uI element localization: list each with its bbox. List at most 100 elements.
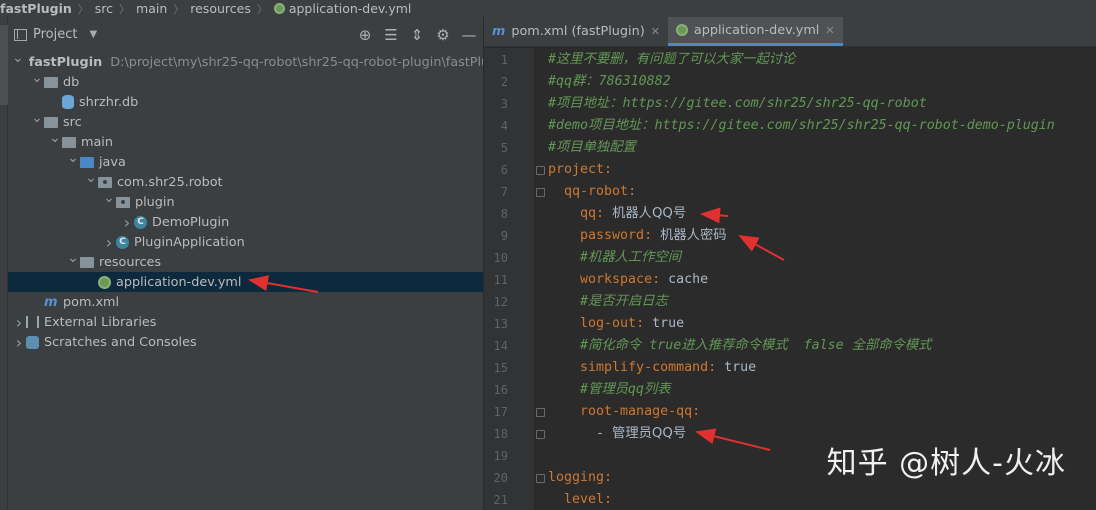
- yaml-file-icon: [98, 275, 111, 289]
- code-token: true: [724, 360, 757, 375]
- code-token: password: [548, 228, 645, 243]
- package-icon: [98, 176, 112, 188]
- tab-application-dev-yml[interactable]: application-dev.yml ✕: [667, 17, 843, 46]
- tree-item[interactable]: shrzhr.db: [8, 92, 483, 112]
- close-icon[interactable]: ✕: [825, 24, 834, 37]
- code-editor[interactable]: 1 2 3 4 5 6 7 8 9 10 11 12 13 14 15 16 17 18 19 20 21 #这里不要删…: [484, 48, 1096, 510]
- chevron-right-icon[interactable]: ›: [12, 313, 26, 332]
- code-line: - 管理员QQ号: [548, 423, 686, 445]
- breadcrumb-item-file[interactable]: application-dev.yml: [271, 1, 415, 16]
- tree-item[interactable]: ⌄ plugin: [8, 190, 483, 212]
- tree-item-label: PluginApplication: [134, 234, 245, 250]
- breadcrumb-item[interactable]: fastPlugin: [0, 1, 75, 16]
- fold-marker-icon[interactable]: [536, 166, 545, 175]
- breadcrumb-item[interactable]: main: [133, 1, 170, 16]
- project-panel-tools: ⊕ ☰ ⇕ ⚙ —: [357, 17, 477, 52]
- fold-marker-icon[interactable]: [536, 474, 545, 483]
- chevron-down-icon[interactable]: ⌄: [30, 70, 44, 86]
- tree-item[interactable]: ⌄ java: [8, 150, 483, 172]
- breadcrumb-item[interactable]: resources: [187, 1, 254, 16]
- chevron-right-icon[interactable]: ›: [102, 233, 116, 252]
- code-line: #qq群：786310882: [548, 71, 671, 93]
- code-token: :: [652, 272, 669, 287]
- tree-item[interactable]: › External Libraries: [8, 312, 483, 332]
- libraries-icon: [26, 316, 39, 328]
- chevron-right-icon[interactable]: ›: [12, 333, 26, 352]
- code-token: #简化命令 true进入推荐命令模式 false 全部命令模式: [548, 338, 932, 353]
- tab-pom-xml[interactable]: m pom.xml (fastPlugin) ✕: [484, 17, 668, 46]
- code-line: #简化命令 true进入推荐命令模式 false 全部命令模式: [548, 335, 931, 357]
- chevron-down-icon[interactable]: ⌄: [48, 130, 62, 146]
- chevron-down-icon[interactable]: ⌄: [12, 50, 24, 66]
- tree-item[interactable]: ⌄ src: [8, 110, 483, 132]
- close-icon[interactable]: ✕: [651, 25, 660, 38]
- line-number: 10: [493, 251, 508, 265]
- code-token: qq-robot: [548, 184, 629, 199]
- code-token: #qq群：786310882: [548, 74, 671, 89]
- chevron-down-icon[interactable]: ⌄: [66, 150, 80, 166]
- code-token[interactable]: https://gitee.com/shr25/shr25-qq-robot: [623, 96, 927, 111]
- database-icon: [62, 95, 74, 109]
- breadcrumb: fastPlugin 〉 src 〉 main 〉 resources 〉 ap…: [0, 0, 1096, 17]
- code-line: #是否开启日志: [548, 291, 668, 313]
- tree-item[interactable]: › C DemoPlugin: [8, 212, 483, 232]
- breadcrumb-item[interactable]: src: [92, 1, 116, 16]
- tree-item[interactable]: application-dev.yml: [8, 272, 483, 292]
- maven-icon: m: [492, 24, 506, 39]
- gear-icon[interactable]: ⚙: [435, 26, 451, 44]
- code-line: #机器人工作空间: [548, 247, 681, 269]
- code-token: :: [692, 404, 701, 419]
- tree-item[interactable]: ⌄ com.shr25.robot: [8, 170, 483, 192]
- chevron-down-icon[interactable]: ⌄: [30, 110, 44, 126]
- folder-icon: [44, 76, 58, 88]
- code-token: 机器人QQ号: [612, 206, 687, 221]
- collapse-icon[interactable]: ⇕: [409, 26, 425, 44]
- locate-icon[interactable]: ⊕: [357, 26, 373, 44]
- tree-item-label: application-dev.yml: [116, 274, 242, 290]
- code-token: :: [604, 470, 613, 485]
- line-number: 6: [500, 163, 508, 177]
- editor-tab-bar: m pom.xml (fastPlugin) ✕ application-dev…: [484, 17, 1096, 47]
- tree-item[interactable]: ⌄ main: [8, 130, 483, 152]
- chevron-right-icon: 〉: [173, 2, 185, 16]
- code-token[interactable]: https://gitee.com/shr25/shr25-qq-robot-d…: [655, 118, 1055, 133]
- project-tool-window-tab[interactable]: [0, 25, 8, 105]
- chevron-right-icon: 〉: [256, 2, 268, 16]
- tree-item[interactable]: › Scratches and Consoles: [8, 332, 483, 352]
- tree-item-label: External Libraries: [44, 314, 157, 330]
- minimize-icon[interactable]: —: [461, 26, 477, 44]
- project-view-selector[interactable]: Project ▼: [14, 27, 97, 42]
- tree-item[interactable]: m pom.xml: [8, 292, 483, 312]
- fold-marker-icon[interactable]: [536, 188, 545, 197]
- tree-item-label: src: [63, 114, 82, 130]
- yaml-file-icon: [675, 24, 688, 36]
- tree-item[interactable]: ⌄ fastPlugin D:\project\my\shr25-qq-robot\…: [8, 50, 483, 72]
- tab-label: application-dev.yml: [693, 22, 820, 38]
- chevron-down-icon[interactable]: ▼: [89, 29, 97, 40]
- code-line: qq-robot:: [548, 181, 636, 203]
- chevron-down-icon[interactable]: ⌄: [84, 170, 98, 186]
- tree-item[interactable]: ⌄ resources: [8, 250, 483, 272]
- code-token: logging: [548, 470, 605, 485]
- code-token: simplify-command: [548, 360, 709, 375]
- fold-marker-icon[interactable]: [536, 430, 545, 439]
- line-number-gutter: 1 2 3 4 5 6 7 8 9 10 11 12 13 14 15 16 17 18 19 20 21: [484, 48, 534, 510]
- chevron-down-icon[interactable]: ⌄: [102, 190, 116, 206]
- line-number: 2: [500, 75, 508, 89]
- expand-icon[interactable]: ☰: [383, 26, 399, 44]
- tree-item[interactable]: › C PluginApplication: [8, 232, 483, 252]
- scratches-icon: [26, 335, 39, 349]
- code-token: :: [628, 184, 637, 199]
- line-number: 17: [493, 405, 508, 419]
- chevron-right-icon[interactable]: ›: [120, 213, 134, 232]
- chevron-right-icon: 〉: [119, 2, 131, 16]
- code-token: #这里不要删，有问题了可以大家一起讨论: [548, 52, 796, 67]
- line-number: 13: [493, 317, 508, 331]
- chevron-down-icon[interactable]: ⌄: [66, 250, 80, 266]
- code-token: #管理员qq列表: [548, 382, 671, 397]
- line-number: 4: [500, 119, 508, 133]
- fold-marker-icon[interactable]: [536, 408, 545, 417]
- tree-item[interactable]: ⌄ db: [8, 70, 483, 92]
- code-line: #项目单独配置: [548, 137, 636, 159]
- code-line: #这里不要删，有问题了可以大家一起讨论: [548, 49, 795, 71]
